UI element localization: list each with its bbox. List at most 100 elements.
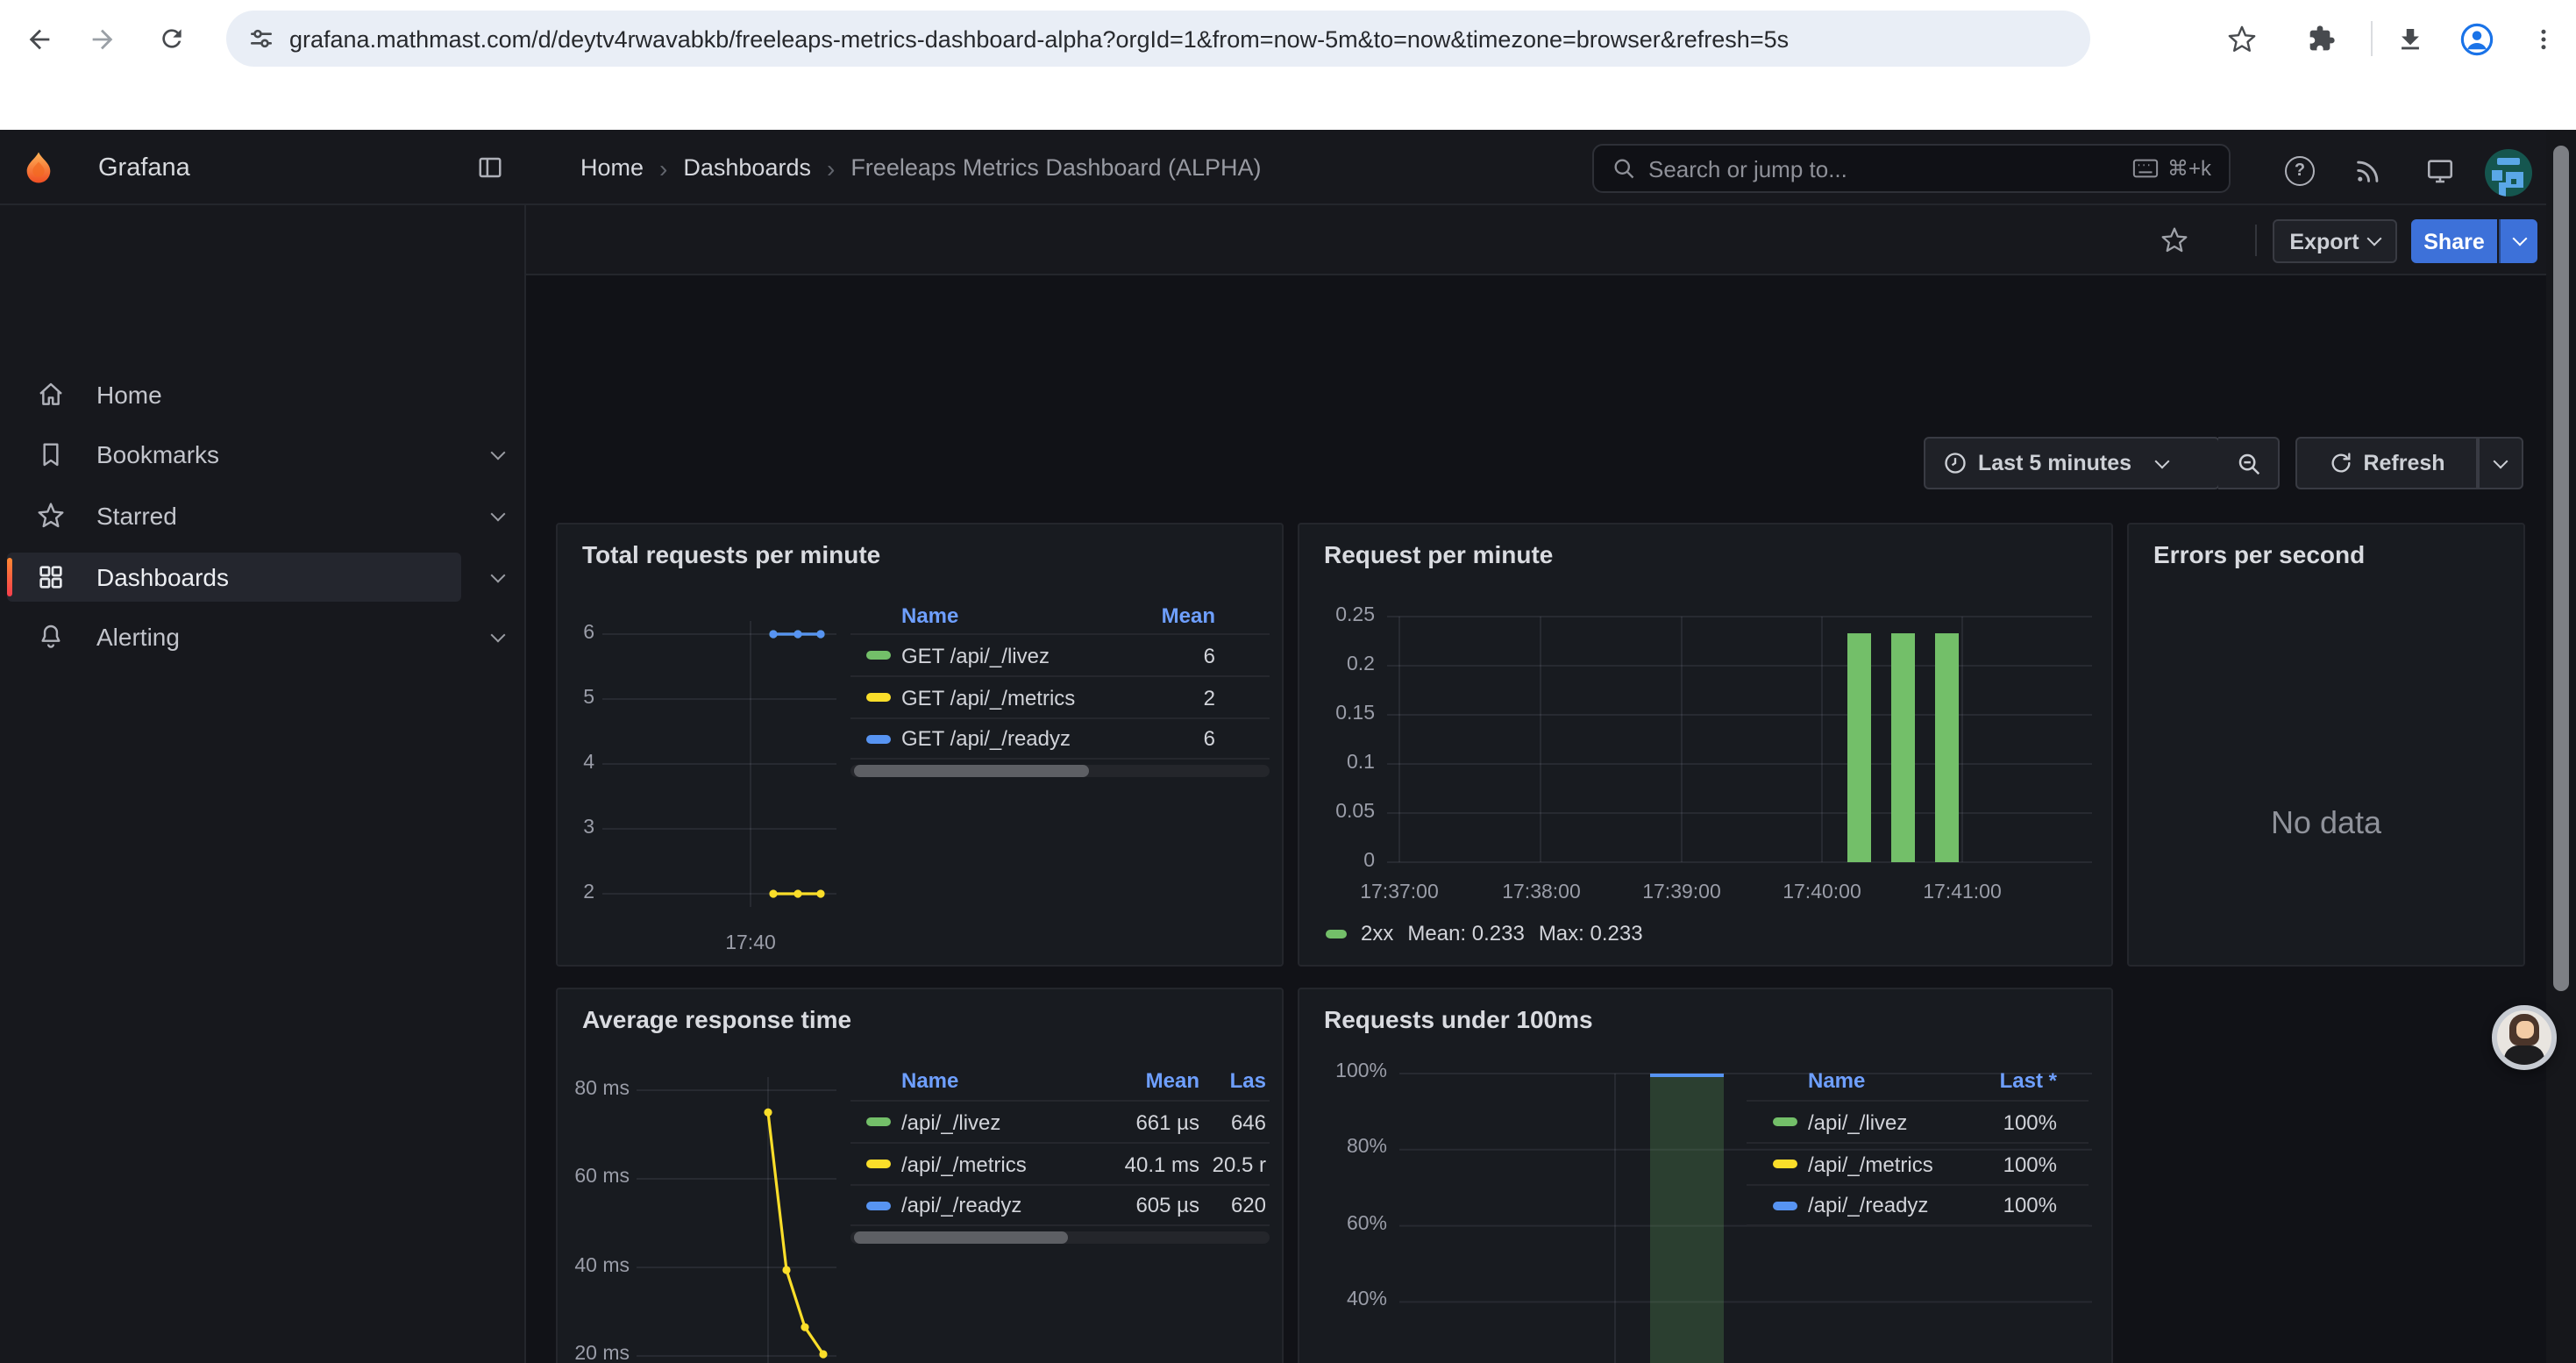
url-text[interactable]: grafana.mathmast.com/d/deytv4rwavabkb/fr… (289, 25, 1789, 52)
sidebar-item-alerting[interactable]: Alerting (7, 612, 461, 661)
extensions-button[interactable] (2297, 14, 2346, 63)
legend-row[interactable]: GET /api/_/livez 6 (850, 633, 1270, 675)
series-color-pill[interactable] (866, 1160, 891, 1168)
panel-total-requests[interactable]: Total requests per minute 6 5 4 3 2 17:4… (556, 523, 1284, 967)
panel-avg-response-time[interactable]: Average response time 80 ms 60 ms 40 ms … (556, 988, 1284, 1363)
search-input[interactable]: Search or jump to... ⌘+k (1592, 144, 2231, 193)
series-name[interactable]: /api/_/livez (1808, 1110, 1969, 1134)
col-last[interactable]: Last * (1969, 1068, 2057, 1093)
panel-title: Request per minute (1324, 540, 1553, 568)
page-scrollbar-thumb[interactable] (2553, 146, 2569, 991)
forward-button[interactable] (77, 14, 126, 63)
legend-scrollbar-thumb[interactable] (854, 1231, 1068, 1244)
dock-sidebar-icon[interactable] (477, 154, 503, 181)
chevron-down-icon[interactable] (491, 628, 506, 643)
series-mean: 6 (1135, 643, 1215, 667)
profile-button[interactable] (2451, 14, 2501, 63)
col-mean[interactable]: Mean (1101, 1068, 1199, 1093)
chevron-down-icon[interactable] (491, 507, 506, 522)
y-tick: 80 ms (558, 1079, 630, 1100)
panel-errors-per-second[interactable]: Errors per second No data (2127, 523, 2525, 967)
floating-assistant-avatar[interactable] (2492, 1005, 2557, 1070)
series-color-pill[interactable] (866, 1117, 891, 1126)
page-scrollbar[interactable] (2546, 130, 2576, 1363)
time-range-picker[interactable]: Last 5 minutes (1924, 437, 2220, 489)
brand-wordmark[interactable]: Grafana (98, 154, 190, 182)
back-icon (24, 24, 53, 54)
browser-menu-button[interactable] (2518, 14, 2567, 63)
series-color-pill[interactable] (1326, 929, 1347, 938)
series-color-pill[interactable] (1773, 1117, 1797, 1126)
export-button[interactable]: Export (2273, 219, 2397, 263)
legend-table: Name Last * /api/_/livez 100% /api/_/met… (1747, 1061, 2089, 1226)
sidebar-item-bookmarks[interactable]: Bookmarks (7, 430, 461, 479)
legend-scrollbar[interactable] (850, 1231, 1270, 1244)
series-name[interactable]: 2xx (1361, 921, 1393, 946)
bookmark-star-button[interactable] (2217, 14, 2266, 63)
kiosk-monitor-icon[interactable] (2425, 156, 2455, 186)
series-name[interactable]: GET /api/_/metrics (901, 685, 1135, 710)
legend-scrollbar-thumb[interactable] (854, 765, 1089, 777)
col-mean[interactable]: Mean (1135, 603, 1215, 628)
user-avatar[interactable] (2485, 149, 2532, 196)
url-bar[interactable]: grafana.mathmast.com/d/deytv4rwavabkb/fr… (226, 11, 2090, 67)
sidebar-item-home[interactable]: Home (7, 370, 461, 419)
chevron-down-icon[interactable] (491, 446, 506, 460)
panel-request-per-minute[interactable]: Request per minute 0.25 0.2 0.15 0.1 0.0… (1298, 523, 2113, 967)
breadcrumb-home[interactable]: Home (580, 154, 644, 181)
series-color-pill[interactable] (1773, 1201, 1797, 1210)
series-color-pill[interactable] (866, 1201, 891, 1210)
series-color-pill[interactable] (866, 734, 891, 743)
series-name[interactable]: /api/_/metrics (1808, 1152, 1969, 1176)
panel-requests-under-100ms[interactable]: Requests under 100ms 100% 80% 60% 40% 20… (1298, 988, 2113, 1363)
col-last[interactable]: Las (1199, 1068, 1266, 1093)
series-last: 620 (1199, 1193, 1266, 1217)
news-rss-icon[interactable] (2353, 156, 2383, 186)
col-name[interactable]: Name (901, 603, 1135, 628)
toolbar-separator (2371, 21, 2373, 56)
sidebar-item-label: Starred (96, 502, 177, 530)
avatar-pixel (2492, 170, 2502, 181)
series-name[interactable]: GET /api/_/livez (901, 643, 1135, 667)
y-tick: 20 ms (558, 1344, 630, 1363)
series-name[interactable]: /api/_/readyz (901, 1193, 1101, 1217)
help-icon[interactable]: ? (2285, 156, 2315, 186)
share-button[interactable]: Share (2411, 219, 2497, 263)
legend-row[interactable]: /api/_/metrics 40.1 ms 20.5 r (850, 1142, 1270, 1184)
series-name[interactable]: /api/_/metrics (901, 1152, 1101, 1176)
chevron-down-icon[interactable] (491, 568, 506, 583)
download-icon (2395, 24, 2424, 54)
x-tick: 17:39:00 (1629, 882, 1734, 903)
legend-row[interactable]: /api/_/livez 661 µs 646 (850, 1100, 1270, 1142)
legend-row[interactable]: /api/_/readyz 100% (1747, 1184, 2089, 1226)
reload-button[interactable] (147, 14, 196, 63)
legend-row[interactable]: GET /api/_/readyz 6 (850, 717, 1270, 760)
zoom-out-time-button[interactable] (2218, 437, 2280, 489)
series-color-pill[interactable] (1773, 1160, 1797, 1168)
series-name[interactable]: GET /api/_/readyz (901, 726, 1135, 751)
series-mean: Mean: 0.233 (1407, 921, 1524, 946)
series-name[interactable]: /api/_/readyz (1808, 1193, 1969, 1217)
series-mean: 6 (1135, 726, 1215, 751)
downloads-button[interactable] (2385, 14, 2434, 63)
series-color-pill[interactable] (866, 651, 891, 660)
col-name[interactable]: Name (901, 1068, 1101, 1093)
refresh-interval-button[interactable] (2478, 437, 2523, 489)
sidebar-item-starred[interactable]: Starred (7, 491, 461, 540)
site-settings-icon[interactable] (247, 25, 275, 53)
grafana-logo[interactable] (21, 149, 56, 186)
share-menu-button[interactable] (2499, 219, 2537, 263)
favorite-dashboard-star-icon[interactable] (2160, 226, 2188, 254)
refresh-button[interactable]: Refresh (2295, 437, 2478, 489)
breadcrumb-dashboards[interactable]: Dashboards (683, 154, 811, 181)
back-button[interactable] (14, 14, 63, 63)
sidebar-item-dashboards[interactable]: Dashboards (7, 553, 461, 602)
legend-scrollbar[interactable] (850, 765, 1270, 777)
legend-row[interactable]: /api/_/metrics 100% (1747, 1142, 2089, 1184)
series-color-pill[interactable] (866, 693, 891, 702)
legend-row[interactable]: /api/_/livez 100% (1747, 1100, 2089, 1142)
legend-row[interactable]: GET /api/_/metrics 2 (850, 675, 1270, 717)
legend-row[interactable]: /api/_/readyz 605 µs 620 (850, 1184, 1270, 1226)
series-name[interactable]: /api/_/livez (901, 1110, 1101, 1134)
col-name[interactable]: Name (1808, 1068, 1969, 1093)
